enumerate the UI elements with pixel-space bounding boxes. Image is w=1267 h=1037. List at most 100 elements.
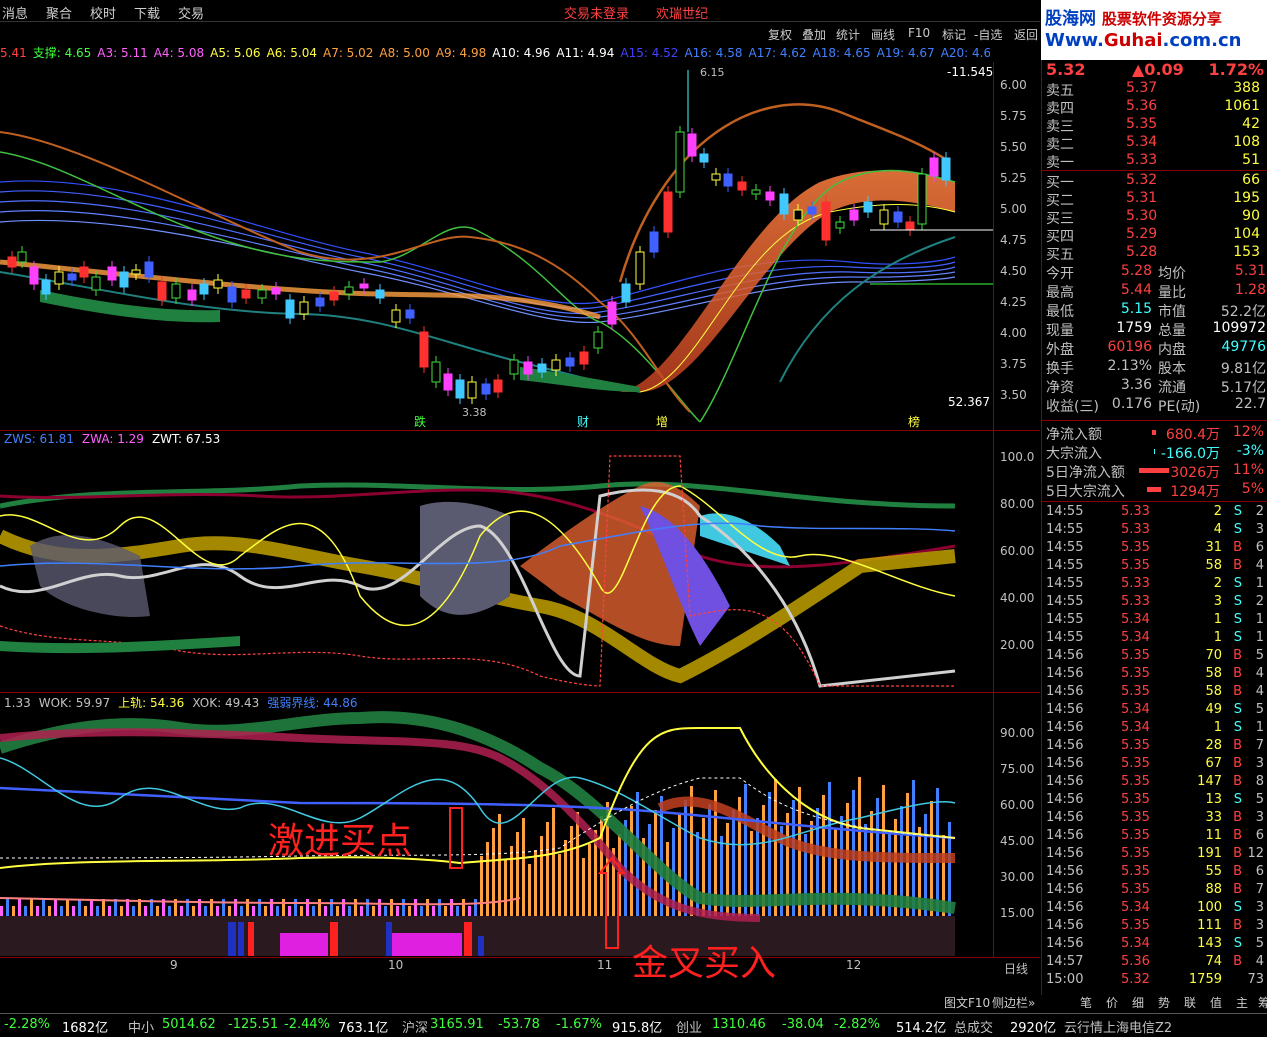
flow-bar: [1147, 487, 1161, 492]
toolbar-mark[interactable]: 标记: [942, 26, 966, 43]
event-label-3[interactable]: 增: [656, 415, 668, 429]
tick-price: 5.35: [1121, 666, 1150, 681]
ind1-grey-cloud: [420, 501, 510, 615]
ask-row[interactable]: 卖五 5.37 388: [1046, 80, 1266, 99]
menu-item-download[interactable]: 下载: [134, 3, 160, 22]
sidebar-tab[interactable]: 值: [1210, 994, 1222, 1011]
bid-row[interactable]: 买三 5.30 90: [1046, 208, 1266, 227]
menu-item-messages[interactable]: 消息: [2, 3, 28, 22]
stats-row: 换手 2.13% 股本 9.81亿: [1046, 358, 1266, 377]
volume-bar: [576, 812, 579, 916]
tick-side: S: [1233, 630, 1242, 645]
sidebar-tab[interactable]: 势: [1158, 994, 1170, 1011]
menu-item-trade[interactable]: 交易: [178, 3, 204, 22]
volume-bar: [438, 899, 441, 916]
legend-item: ZWT: 67.53: [151, 432, 221, 446]
stats-label: 净资: [1046, 380, 1074, 396]
volume-bar: [144, 906, 147, 916]
annotation-golden-cross: 金叉买入: [632, 943, 777, 984]
ask-row[interactable]: 卖四 5.36 1061: [1046, 98, 1266, 117]
sidebar-tab[interactable]: 图文F10: [944, 994, 990, 1011]
toolbar-draw[interactable]: 画线: [871, 26, 895, 43]
sidebar-tab[interactable]: 联: [1184, 994, 1196, 1011]
volume-bar: [300, 906, 303, 916]
tick-count: 73: [1247, 972, 1264, 987]
tick-side: B: [1233, 810, 1242, 825]
menu-bar: 消息 聚合 校时 下载 交易 交易未登录 欢瑞世纪: [0, 0, 1040, 22]
bid-row[interactable]: 买四 5.29 104: [1046, 226, 1266, 245]
tick-volume: 11: [1205, 828, 1222, 843]
toolbar-stats[interactable]: 统计: [836, 26, 860, 43]
tick-count: 5: [1255, 792, 1264, 807]
event-label-4[interactable]: 榜: [908, 414, 920, 429]
toolbar-adjust[interactable]: 复权: [768, 26, 792, 43]
toolbar-f10[interactable]: F10: [908, 26, 930, 40]
toolbar-overlay[interactable]: 叠加: [802, 26, 826, 43]
ask-row[interactable]: 卖一 5.33 51: [1046, 152, 1266, 171]
param-2: A3: 5.11: [97, 46, 148, 60]
candlestick-chart[interactable]: 6.15 3.38 -11.545 52.367 跌 财 增 榜: [0, 62, 993, 430]
tick-count: 4: [1255, 666, 1264, 681]
event-label-2[interactable]: 财: [577, 415, 589, 429]
toolbar-back[interactable]: 返回: [1014, 26, 1038, 43]
tick-count: 3: [1255, 756, 1264, 771]
candle: [199, 283, 209, 295]
indicator1-chart[interactable]: [0, 446, 993, 692]
stats-label: 最高: [1046, 285, 1074, 301]
tick-row: 14:56 5.34 1 S 1: [1046, 720, 1266, 738]
tick-row: 14:56 5.35 88 B 7: [1046, 882, 1266, 900]
sidebar-tab[interactable]: 细: [1132, 994, 1144, 1011]
tick-time: 14:56: [1046, 720, 1084, 735]
sidebar-tab[interactable]: 筹: [1258, 994, 1267, 1011]
sidebar-tab[interactable]: 价: [1106, 994, 1118, 1011]
axis-label: 3.75: [1000, 357, 1027, 371]
tick-price: 5.35: [1121, 684, 1150, 699]
volume-bar: [480, 856, 483, 916]
candle: [359, 283, 369, 289]
stats-label: 换手: [1046, 361, 1074, 377]
tick-count: 5: [1255, 648, 1264, 663]
ask-row[interactable]: 卖二 5.34 108: [1046, 134, 1266, 153]
candle: [793, 209, 803, 221]
sidebar-tabs: 图文F10 侧边栏» 笔价细势联值主筹: [940, 992, 1267, 1012]
candle: [285, 299, 295, 319]
ask-row[interactable]: 卖三 5.35 42: [1046, 116, 1266, 135]
period-selector[interactable]: 日线: [1004, 960, 1028, 977]
tick-price: 5.35: [1121, 828, 1150, 843]
price-change-pct: 1.72%: [1208, 60, 1264, 79]
tick-volume: 1: [1213, 612, 1222, 627]
tick-price: 5.35: [1121, 540, 1150, 555]
sidebar-tab[interactable]: 侧边栏»: [992, 994, 1035, 1011]
flow-bar: [1139, 468, 1169, 473]
tick-volume: 49: [1205, 702, 1222, 717]
tick-volume: 191: [1197, 846, 1222, 861]
login-status[interactable]: 交易未登录: [564, 3, 629, 22]
signal-bar: [248, 922, 254, 956]
divider-2: [0, 692, 1040, 693]
tick-time: 14:56: [1046, 810, 1084, 825]
orderbook-price: 5.36: [1126, 98, 1158, 114]
menu-item-sync-time[interactable]: 校时: [90, 3, 116, 22]
tick-price: 5.35: [1121, 792, 1150, 807]
volume-bar: [270, 899, 273, 916]
candle: [455, 379, 465, 399]
volume-bar: [168, 906, 171, 916]
tick-volume: 111: [1197, 918, 1222, 933]
sidebar-tab[interactable]: 笔: [1080, 994, 1092, 1011]
bid-row[interactable]: 买一 5.32 66: [1046, 172, 1266, 191]
candle: [607, 301, 617, 325]
toolbar-watchlist[interactable]: -自选: [974, 26, 1002, 43]
tick-row: 14:56 5.34 143 S 5: [1046, 936, 1266, 954]
bid-row[interactable]: 买五 5.28 153: [1046, 244, 1266, 263]
axis-label: 20.00: [1000, 638, 1035, 652]
event-label-1[interactable]: 跌: [414, 414, 426, 429]
indicator2-chart[interactable]: [0, 708, 993, 957]
stock-name: 欢瑞世纪: [656, 7, 709, 22]
logo-url-a: Www.: [1045, 30, 1104, 51]
menu-item-aggregate[interactable]: 聚合: [46, 3, 72, 22]
axis-label: 75.00: [1000, 762, 1035, 776]
sidebar-tab[interactable]: 主: [1236, 994, 1248, 1011]
bid-row[interactable]: 买二 5.31 195: [1046, 190, 1266, 209]
tick-count: 4: [1255, 684, 1264, 699]
status-item: -125.51: [228, 1017, 279, 1032]
